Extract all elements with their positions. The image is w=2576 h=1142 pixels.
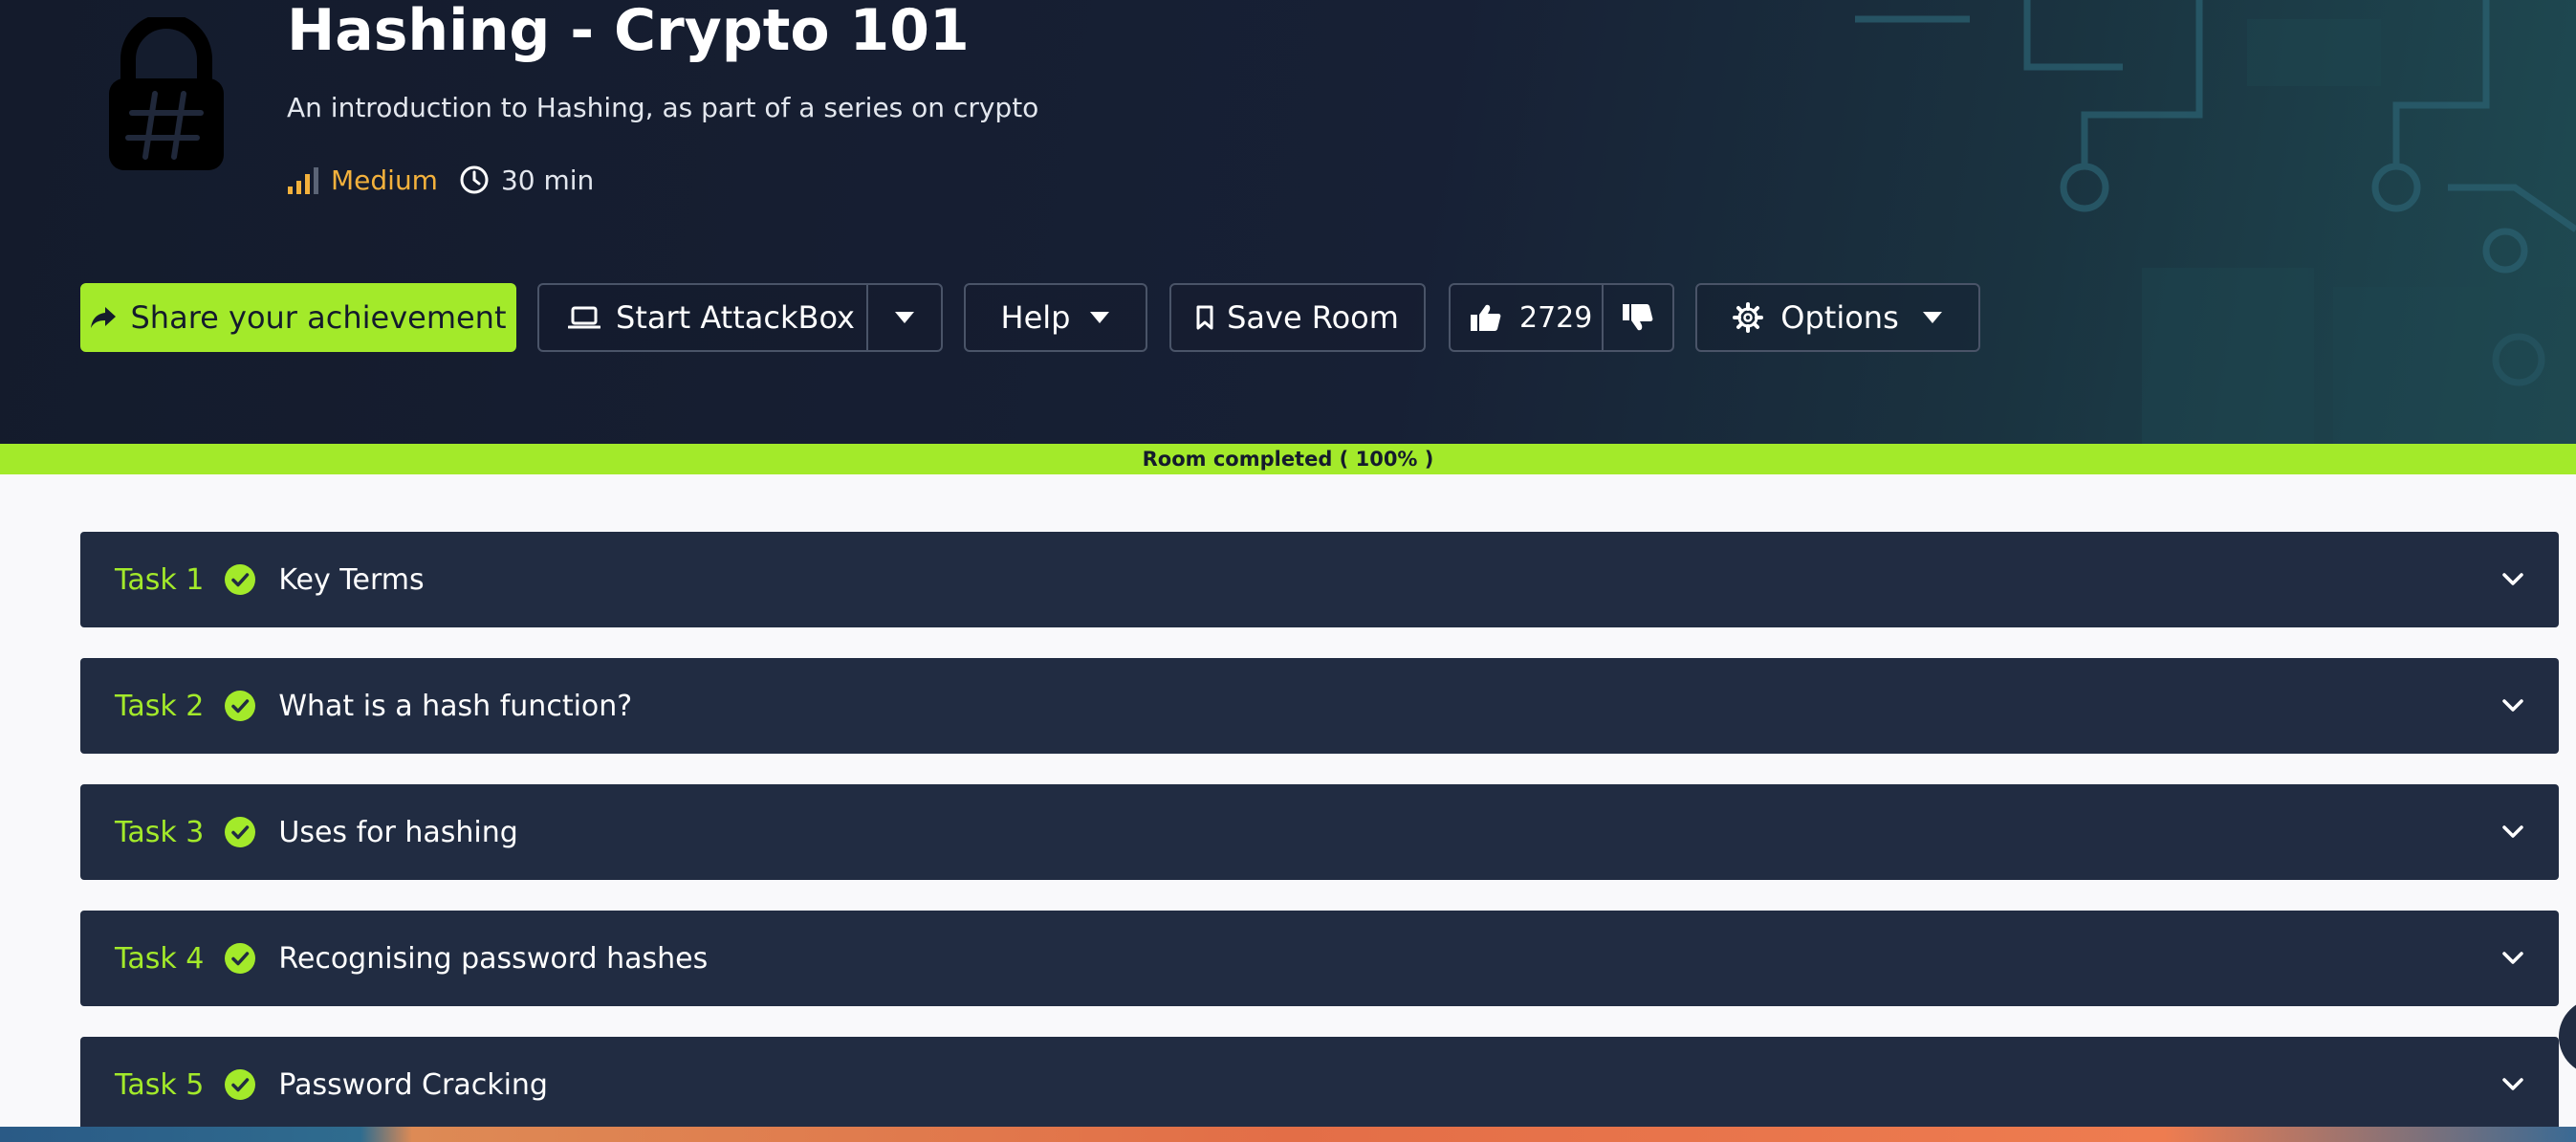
chevron-down-icon[interactable] (2501, 947, 2524, 970)
task-item-5[interactable]: Task 5 Password Cracking (80, 1037, 2559, 1132)
task-number: Task 5 (115, 1067, 205, 1102)
chevron-down-icon[interactable] (2501, 694, 2524, 717)
thumbs-down-icon (1623, 304, 1653, 331)
start-attackbox-button[interactable]: Start AttackBox (539, 285, 868, 350)
page-title: Hashing - Crypto 101 (287, 0, 970, 64)
laptop-icon (568, 306, 600, 329)
options-button[interactable]: Options (1695, 283, 1980, 352)
room-progress-label: Room completed ( 100% ) (1142, 448, 1434, 471)
gear-icon (1733, 302, 1764, 333)
caret-down-icon (1922, 312, 1942, 323)
task-number: Task 1 (115, 562, 205, 597)
bookmark-icon (1196, 305, 1213, 330)
difficulty-label: Medium (331, 164, 438, 196)
like-count: 2729 (1519, 300, 1593, 335)
check-circle-icon (225, 691, 256, 721)
hash-lock-icon (109, 17, 224, 170)
circuit-background (1855, 0, 2576, 444)
room-header: Hashing - Crypto 101 An introduction to … (0, 0, 2576, 444)
check-circle-icon (225, 564, 256, 595)
task-item-1[interactable]: Task 1 Key Terms (80, 532, 2559, 627)
task-number: Task 3 (115, 815, 205, 849)
attackbox-button-group: Start AttackBox (537, 283, 943, 352)
difficulty-bars-icon (288, 167, 318, 194)
chevron-down-icon[interactable] (2501, 821, 2524, 844)
check-circle-icon (225, 817, 256, 847)
taskbar-strip (0, 1127, 2576, 1142)
chevron-down-icon[interactable] (2501, 1073, 2524, 1096)
task-title: Password Cracking (278, 1067, 548, 1102)
room-subtitle: An introduction to Hashing, as part of a… (287, 92, 1039, 123)
share-achievement-label: Share your achievement (130, 299, 507, 336)
help-button[interactable]: Help (964, 283, 1147, 352)
task-title: What is a hash function? (278, 689, 633, 723)
options-label: Options (1780, 299, 1899, 336)
share-icon (91, 307, 117, 328)
vote-button-group: 2729 (1449, 283, 1674, 352)
room-progress-bar: Room completed ( 100% ) (0, 444, 2576, 474)
clock-icon (459, 165, 490, 195)
chevron-down-icon[interactable] (2501, 568, 2524, 591)
task-title: Recognising password hashes (278, 941, 709, 976)
upvote-button[interactable]: 2729 (1451, 285, 1604, 350)
attackbox-dropdown-button[interactable] (868, 285, 941, 350)
share-achievement-button[interactable]: Share your achievement (80, 283, 516, 352)
room-meta: Medium 30 min (287, 161, 594, 199)
check-circle-icon (225, 1069, 256, 1100)
task-number: Task 2 (115, 689, 205, 723)
caret-down-icon (1090, 312, 1110, 323)
floating-widget-button[interactable] (2559, 999, 2576, 1075)
thumbs-up-icon (1471, 304, 1501, 331)
task-title: Key Terms (278, 562, 425, 597)
caret-down-icon (895, 312, 914, 323)
duration-label: 30 min (500, 164, 595, 196)
save-room-button[interactable]: Save Room (1169, 283, 1426, 352)
help-label: Help (1000, 299, 1071, 336)
start-attackbox-label: Start AttackBox (616, 299, 855, 336)
task-item-3[interactable]: Task 3 Uses for hashing (80, 784, 2559, 880)
task-number: Task 4 (115, 941, 205, 976)
check-circle-icon (225, 943, 256, 974)
downvote-button[interactable] (1604, 285, 1672, 350)
task-title: Uses for hashing (278, 815, 518, 849)
save-room-label: Save Room (1227, 299, 1399, 336)
task-item-2[interactable]: Task 2 What is a hash function? (80, 658, 2559, 754)
task-item-4[interactable]: Task 4 Recognising password hashes (80, 911, 2559, 1006)
